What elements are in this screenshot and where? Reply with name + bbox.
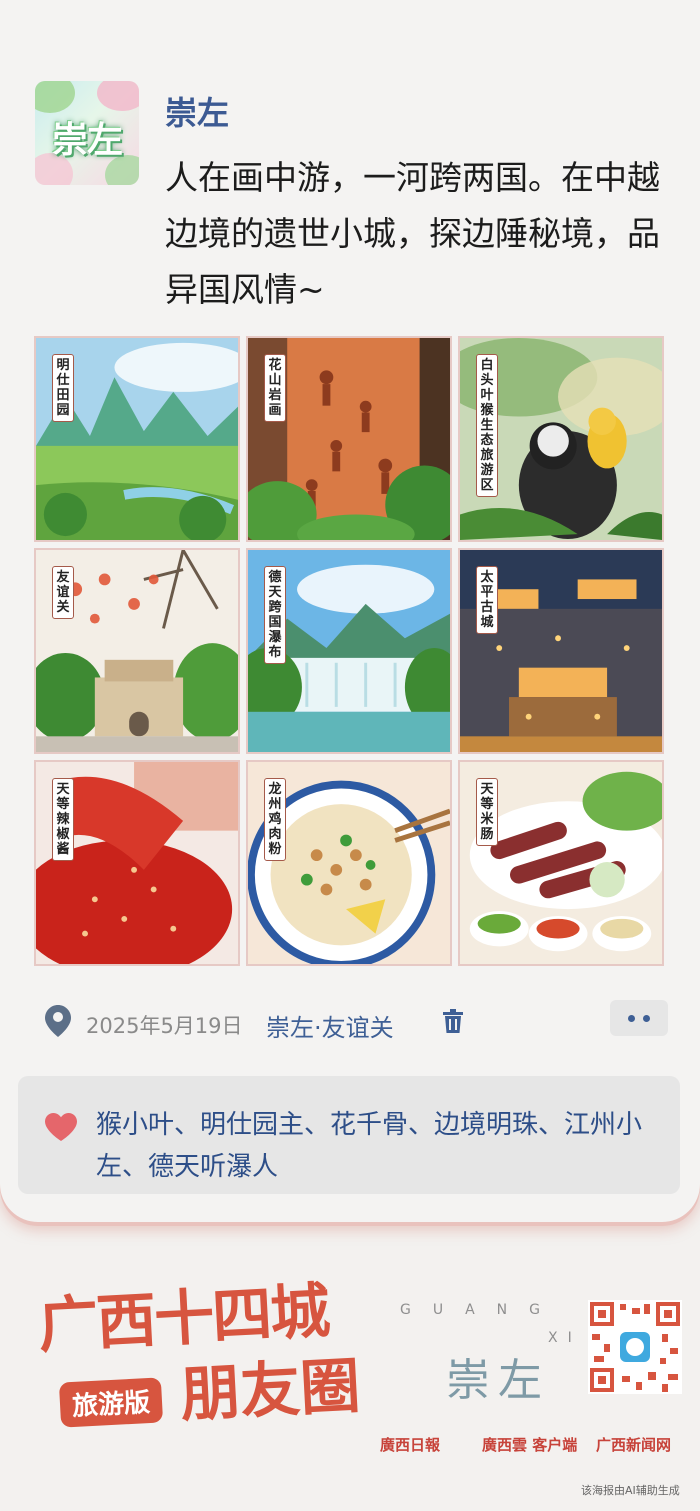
ai-note: 该海报由AI辅助生成 [581, 1484, 680, 1497]
qr-code[interactable] [588, 1300, 682, 1394]
poster-footer: 广西十四城 朋友圈 旅游版 GUANG XI 崇左 廣西日報 廣西雲 客户端 广… [0, 1230, 700, 1511]
photo-label: 天等辣椒酱 [52, 778, 74, 861]
guang-text: GUANG [400, 1302, 562, 1318]
edition-badge: 旅游版 [58, 1377, 164, 1428]
publisher-logos: 廣西日報 廣西雲 客户端 广西新闻网 [380, 1434, 690, 1458]
city-name: 崇左 [446, 1355, 550, 1406]
photo-label: 龙州鸡肉粉 [264, 778, 286, 861]
photo-chili-sauce[interactable]: 天等辣椒酱 [34, 760, 240, 966]
moment-card: 崇左 崇左 人在画中游，一河跨两国。在中越边境的遗世小城，探边陲秘境，品异国风情… [0, 0, 700, 1222]
heart-icon [44, 1112, 78, 1146]
photo-waterfall[interactable]: 德天跨国瀑布 [246, 548, 452, 754]
photo-label: 天等米肠 [476, 778, 498, 846]
photo-label: 白头叶猴生态旅游区 [476, 354, 498, 497]
post-text: 人在画中游，一河跨两国。在中越边境的遗世小城，探边陲秘境，品异国风情~ [165, 158, 660, 309]
photo-rice-sausage[interactable]: 天等米肠 [458, 760, 664, 966]
avatar[interactable]: 崇左 [35, 81, 139, 185]
avatar-text: 崇左 [51, 120, 123, 161]
post-location[interactable]: 崇左·友谊关 [266, 1008, 394, 1043]
post-date: 2025年5月19日 [86, 1014, 243, 1038]
more-dots-icon[interactable] [610, 1000, 668, 1036]
trash-icon[interactable] [442, 1008, 464, 1038]
map-pin-icon [44, 1004, 72, 1042]
series-title-line2: 朋友圈 [178, 1351, 362, 1431]
photo-karst-fields[interactable]: 明仕田园 [34, 336, 240, 542]
photo-label: 德天跨国瀑布 [264, 566, 286, 664]
photo-ancient-city-night[interactable]: 太平古城 [458, 548, 664, 754]
like-names[interactable]: 猴小叶、明仕园主、花千骨、边境明珠、江州小左、德天听瀑人 [96, 1104, 666, 1188]
xi-text: XI [548, 1330, 582, 1346]
logo-guangxi-daily: 廣西日報 [380, 1436, 441, 1454]
photo-grid: 明仕田园 花山岩画 白头叶猴生态旅游区 友谊关 德天跨国瀑布 太平古城 天等辣椒… [34, 336, 664, 968]
photo-label: 明仕田园 [52, 354, 74, 422]
photo-label: 太平古城 [476, 566, 498, 634]
logo-gxnews: 广西新闻网 [596, 1436, 672, 1454]
poster-name[interactable]: 崇左 [165, 88, 229, 134]
photo-rock-paintings[interactable]: 花山岩画 [246, 336, 452, 542]
likes-panel: 猴小叶、明仕园主、花千骨、边境明珠、江州小左、德天听瀑人 [18, 1076, 680, 1194]
logo-guangxi-cloud: 廣西雲 客户端 [482, 1436, 578, 1454]
photo-label: 花山岩画 [264, 354, 286, 422]
photo-label: 友谊关 [52, 566, 74, 619]
photo-monkeys[interactable]: 白头叶猴生态旅游区 [458, 336, 664, 542]
post-meta: 2025年5月19日 崇左·友谊关 [44, 1000, 669, 1044]
photo-pass-gate[interactable]: 友谊关 [34, 548, 240, 754]
photo-noodle-bowl[interactable]: 龙州鸡肉粉 [246, 760, 452, 966]
